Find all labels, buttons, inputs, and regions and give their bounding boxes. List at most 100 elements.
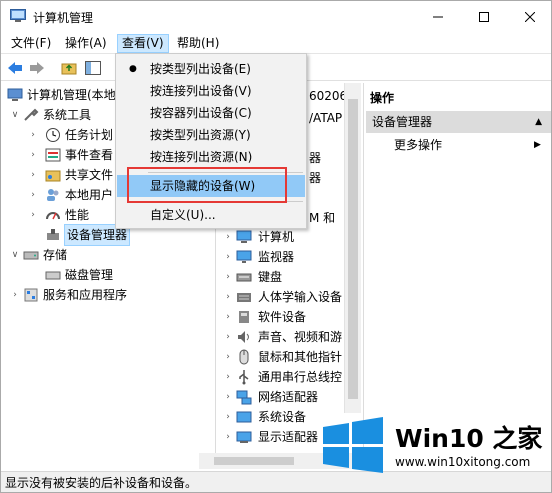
menu-item-label: 按容器列出设备(C) xyxy=(150,106,252,120)
menu-item-resources-by-connection[interactable]: 按连接列出资源(N) xyxy=(117,146,305,168)
tree-label: 本地用户 xyxy=(65,188,114,202)
menu-view[interactable]: 查看(V) xyxy=(117,34,169,53)
device-label: 声音、视频和游 xyxy=(258,330,343,344)
computer-management-icon xyxy=(10,9,26,22)
performance-icon xyxy=(46,212,60,220)
device-label: 人体学输入设备 xyxy=(258,290,343,304)
tree-item-services-applications[interactable]: › 服务和应用程序 xyxy=(1,285,215,305)
device-category-keyboard[interactable]: › 键盘 xyxy=(216,267,346,287)
menu-item-label: 按类型列出设备(E) xyxy=(150,62,251,76)
device-label: 显示适配器 xyxy=(258,430,319,444)
collapse-up-icon: ▲ xyxy=(535,117,542,127)
folder-up-icon xyxy=(61,63,77,75)
vertical-scrollbar[interactable] xyxy=(344,83,361,413)
chevron-down-icon[interactable]: ∨ xyxy=(9,105,21,125)
forward-button[interactable] xyxy=(27,58,47,78)
chevron-right-icon[interactable]: › xyxy=(222,387,234,407)
usb-icon xyxy=(239,370,249,385)
chevron-right-icon[interactable]: › xyxy=(222,427,234,447)
device-category-network-adapters[interactable]: › 网络适配器 xyxy=(216,387,346,407)
chevron-right-icon[interactable]: › xyxy=(222,327,234,347)
tree-label: 事件查看 xyxy=(65,148,114,162)
tree-label: 任务计划 xyxy=(65,128,114,142)
tree-label: 计算机管理(本地 xyxy=(27,88,116,102)
tree-label: 磁盘管理 xyxy=(65,268,114,282)
device-label: 计算机 xyxy=(258,230,295,244)
device-category-computer[interactable]: › 计算机 xyxy=(216,227,346,247)
chevron-right-icon[interactable]: › xyxy=(222,407,234,427)
chevron-right-icon[interactable]: › xyxy=(222,247,234,267)
menu-item-resources-by-type[interactable]: 按类型列出资源(Y) xyxy=(117,124,305,146)
chevron-right-icon[interactable]: › xyxy=(9,285,21,305)
menu-help[interactable]: 帮助(H) xyxy=(173,34,223,53)
back-button[interactable] xyxy=(5,58,25,78)
maximize-icon xyxy=(479,11,489,22)
chevron-down-icon[interactable]: ∨ xyxy=(9,245,21,265)
device-label: 鼠标和其他指针 xyxy=(258,350,343,364)
show-hide-console-tree-button[interactable] xyxy=(83,58,103,78)
chevron-right-icon[interactable]: › xyxy=(222,307,234,327)
display-adapter-icon xyxy=(236,431,252,443)
disk-icon xyxy=(45,271,61,280)
device-category-mouse[interactable]: › 鼠标和其他指针 xyxy=(216,347,346,367)
chevron-right-icon[interactable]: › xyxy=(27,185,39,205)
action-section-device-manager[interactable]: 设备管理器 ▲ xyxy=(366,111,551,133)
tools-icon xyxy=(24,108,39,121)
menu-item-devices-by-container[interactable]: 按容器列出设备(C) xyxy=(117,102,305,124)
scrollbar-thumb[interactable] xyxy=(214,457,294,465)
computer-management-window: 计算机管理 文件(F) 操作(A) 查看(V) 帮助(H) 计算机管理(本地 ∨… xyxy=(0,0,552,493)
close-icon xyxy=(525,11,535,22)
menu-item-label: 按连接列出资源(N) xyxy=(150,150,253,164)
device-category-software-devices[interactable]: › 软件设备 xyxy=(216,307,346,327)
tree-item-disk-management[interactable]: 磁盘管理 xyxy=(1,265,215,285)
shared-folder-icon xyxy=(45,170,61,182)
menu-item-devices-by-type[interactable]: ● 按类型列出设备(E) xyxy=(117,58,305,80)
device-label: 软件设备 xyxy=(258,310,307,324)
chevron-right-icon[interactable]: › xyxy=(222,347,234,367)
scrollbar-thumb[interactable] xyxy=(348,99,358,399)
device-category-sound[interactable]: › 声音、视频和游 xyxy=(216,327,346,347)
more-actions-link[interactable]: 更多操作 xyxy=(394,135,442,155)
device-category-monitor[interactable]: › 监视器 xyxy=(216,247,346,267)
device-list-fragment: 60206 xyxy=(309,89,348,103)
menu-item-label: 自定义(U)... xyxy=(150,208,216,222)
action-pane: 操作 设备管理器 ▲ 更多操作 ▶ xyxy=(363,83,551,469)
radio-bullet-icon: ● xyxy=(129,64,137,74)
tree-item-storage[interactable]: ∨ 存储 xyxy=(1,245,215,265)
maximize-button[interactable] xyxy=(461,1,507,32)
watermark-title: Win10 之家 xyxy=(395,424,543,453)
minimize-button[interactable] xyxy=(415,1,461,32)
device-label: 通用串行总线控 xyxy=(258,370,343,384)
menu-item-devices-by-connection[interactable]: 按连接列出设备(V) xyxy=(117,80,305,102)
menu-item-customize[interactable]: 自定义(U)... xyxy=(117,204,305,226)
menu-item-label: 按连接列出设备(V) xyxy=(150,84,252,98)
menu-action[interactable]: 操作(A) xyxy=(61,34,111,53)
up-folder-button[interactable] xyxy=(59,58,79,78)
network-adapter-icon xyxy=(236,390,252,405)
chevron-right-icon[interactable]: › xyxy=(27,205,39,225)
device-category-hid[interactable]: › 人体学输入设备 xyxy=(216,287,346,307)
device-list-fragment: M 和 xyxy=(309,211,336,225)
chevron-right-icon[interactable]: › xyxy=(222,227,234,247)
storage-icon xyxy=(23,251,39,260)
minimize-icon xyxy=(433,16,443,17)
mouse-icon xyxy=(239,349,249,365)
device-list-fragment: 器 xyxy=(309,171,322,185)
action-pane-header: 操作 xyxy=(370,91,395,105)
chevron-right-icon[interactable]: › xyxy=(222,287,234,307)
watermark-url: www.win10xitong.com xyxy=(395,455,531,469)
chevron-right-icon[interactable]: › xyxy=(222,367,234,387)
close-button[interactable] xyxy=(507,1,551,32)
menu-bar: 文件(F) 操作(A) 查看(V) 帮助(H) xyxy=(1,32,551,54)
chevron-right-icon[interactable]: › xyxy=(27,125,39,145)
device-label: 监视器 xyxy=(258,250,295,264)
device-category-usb[interactable]: › 通用串行总线控 xyxy=(216,367,346,387)
chevron-right-icon[interactable]: › xyxy=(222,267,234,287)
keyboard-icon xyxy=(236,273,252,282)
chevron-right-icon[interactable]: › xyxy=(27,145,39,165)
menu-file[interactable]: 文件(F) xyxy=(7,34,55,53)
device-label: 网络适配器 xyxy=(258,390,319,404)
chevron-right-icon[interactable]: › xyxy=(27,165,39,185)
monitor-icon xyxy=(236,250,252,263)
watermark: Win10 之家 www.win10xitong.com xyxy=(319,413,551,475)
